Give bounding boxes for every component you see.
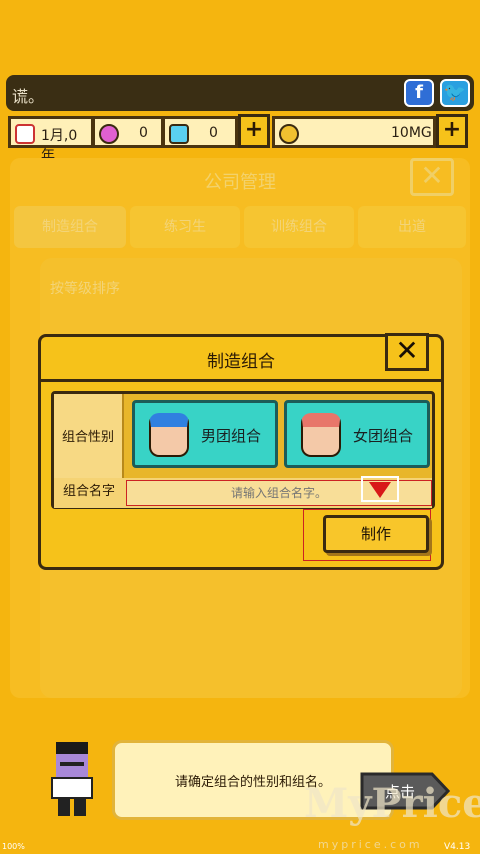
news-ticker: 谎。 f 🐦 xyxy=(6,75,474,111)
arrow-down-icon xyxy=(361,476,399,502)
name-label: 组合名字 xyxy=(62,484,115,499)
gender-label: 组合性别 xyxy=(54,394,124,478)
female-group-button[interactable]: 女团组合 xyxy=(284,400,430,468)
gem-value: 0 xyxy=(139,125,148,141)
sort-label[interactable]: 按等级排序 xyxy=(50,278,120,298)
dialog-title: 制造组合 xyxy=(207,352,275,372)
female-group-label: 女团组合 xyxy=(353,427,414,445)
add-diamond-button[interactable]: + xyxy=(238,114,270,148)
panel-close-icon[interactable]: ✕ xyxy=(410,158,454,196)
dialog-close-icon[interactable]: ✕ xyxy=(385,333,429,371)
tab-trainee[interactable]: 练习生 xyxy=(130,206,240,248)
watermark: MyPrice xyxy=(304,780,480,827)
panel-title: 公司管理 xyxy=(204,172,276,193)
money-value: 10MG xyxy=(391,125,432,141)
male-group-button[interactable]: 男团组合 xyxy=(132,400,278,468)
tutorial-character-icon xyxy=(51,742,93,816)
diamond-value: 0 xyxy=(209,125,218,141)
watermark-sub: myprice.com xyxy=(318,838,423,851)
boy-face-icon xyxy=(149,413,189,457)
diamond-icon xyxy=(169,124,189,144)
tab-debut[interactable]: 出道 xyxy=(358,206,466,248)
gem-counter: 0 xyxy=(92,116,164,148)
facebook-icon[interactable]: f xyxy=(404,79,434,107)
make-button[interactable]: 制作 xyxy=(323,515,429,553)
date-display: 1月,0年 xyxy=(8,116,94,164)
gem-icon xyxy=(99,124,119,144)
money-counter: 10MG xyxy=(272,116,436,148)
ticker-text: 谎。 xyxy=(12,87,45,106)
twitter-icon[interactable]: 🐦 xyxy=(440,79,470,107)
girl-face-icon xyxy=(301,413,341,457)
version-label: V4.13 xyxy=(444,842,471,852)
male-group-label: 男团组合 xyxy=(201,427,262,445)
dialog-divider xyxy=(41,379,441,382)
make-group-dialog: 制造组合 ✕ 组合性别 男团组合 女团组合 组合名字 制作 xyxy=(38,333,444,570)
calendar-icon xyxy=(15,124,35,144)
tab-make-group[interactable]: 制造组合 xyxy=(14,206,126,248)
zoom-level: 100% xyxy=(2,842,25,851)
add-money-button[interactable]: + xyxy=(436,114,468,148)
tab-train-group[interactable]: 训练组合 xyxy=(244,206,354,248)
diamond-counter: 0 xyxy=(162,116,238,148)
coin-icon xyxy=(279,124,299,144)
